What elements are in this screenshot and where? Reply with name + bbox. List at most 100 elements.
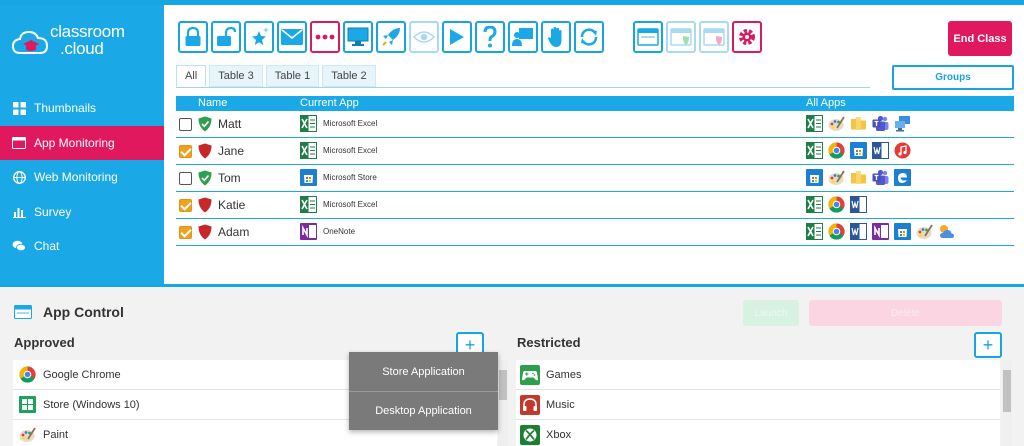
store-icon[interactable]: [894, 223, 911, 240]
shield-alert-icon: [198, 197, 212, 213]
grid-icon: [12, 101, 26, 115]
student-row[interactable]: Matt Microsoft Excel: [176, 111, 1014, 138]
store-icon[interactable]: [850, 142, 867, 159]
app-label: Paint: [43, 428, 69, 441]
word-icon[interactable]: [872, 142, 889, 159]
excel-icon: [300, 196, 317, 214]
sidebar-item-app-monitoring[interactable]: App Monitoring: [0, 125, 164, 160]
paint-icon[interactable]: [828, 115, 845, 132]
onenote-icon: [300, 223, 317, 241]
list-item[interactable]: Music: [516, 390, 1000, 420]
chrome-icon[interactable]: [828, 142, 845, 159]
help-button[interactable]: [475, 21, 505, 53]
sidebar-item-label: Survey: [34, 204, 72, 219]
block-apps-button[interactable]: [699, 21, 729, 53]
onenote-icon[interactable]: [872, 223, 889, 240]
excel-icon[interactable]: [806, 142, 823, 159]
tab-table-2[interactable]: Table 2: [322, 65, 376, 87]
list-item[interactable]: Games: [516, 360, 1000, 390]
store-green-icon: [17, 395, 37, 415]
folder-icon[interactable]: [850, 115, 867, 132]
current-app-name: Microsoft Store: [323, 173, 377, 182]
tab-table-1[interactable]: Table 1: [265, 65, 320, 87]
teams-icon[interactable]: [872, 169, 889, 186]
lock-button[interactable]: [178, 21, 208, 53]
select-checkbox[interactable]: [179, 145, 192, 158]
student-row[interactable]: Jane Microsoft Excel: [176, 138, 1014, 165]
sidebar: classroom .cloud Thumbnails App Monitori…: [0, 5, 164, 284]
app-label: Music: [546, 398, 575, 411]
chrome-icon: [17, 365, 37, 385]
paint-icon[interactable]: [916, 223, 933, 240]
student-row[interactable]: Tom Microsoft Store: [176, 165, 1014, 192]
allow-apps-button[interactable]: [666, 21, 696, 53]
unlock-button[interactable]: [211, 21, 241, 53]
present-button[interactable]: [508, 21, 538, 53]
refresh-button[interactable]: [574, 21, 604, 53]
sidebar-item-survey[interactable]: Survey: [0, 195, 164, 230]
folder-icon[interactable]: [850, 169, 867, 186]
sidebar-item-web-monitoring[interactable]: Web Monitoring: [0, 160, 164, 195]
launch-button[interactable]: Launch: [743, 300, 799, 326]
word-icon[interactable]: [850, 196, 867, 213]
tab-table-3[interactable]: Table 3: [209, 65, 263, 87]
app-label: Games: [546, 368, 582, 381]
paint-icon[interactable]: [828, 169, 845, 186]
select-checkbox[interactable]: [179, 118, 192, 131]
student-row[interactable]: Katie Microsoft Excel: [176, 192, 1014, 219]
excel-icon[interactable]: [806, 196, 823, 213]
play-button[interactable]: [442, 21, 472, 53]
current-app-name: Microsoft Excel: [323, 146, 378, 155]
tab-all[interactable]: All: [176, 65, 207, 87]
select-checkbox[interactable]: [179, 199, 192, 212]
sidebar-item-label: Chat: [34, 239, 60, 254]
store-application-option[interactable]: Store Application: [349, 352, 498, 391]
sidebar-item-thumbnails[interactable]: Thumbnails: [0, 91, 164, 126]
sidebar-item-label: Thumbnails: [34, 101, 97, 116]
shield-check-icon: [198, 116, 212, 132]
weather-icon[interactable]: [938, 223, 955, 240]
all-apps-list: [806, 223, 960, 240]
hands-up-button[interactable]: [541, 21, 571, 53]
app-control-icon: [14, 305, 32, 319]
chrome-icon[interactable]: [828, 196, 845, 213]
scrollbar-thumb[interactable]: [1003, 370, 1011, 412]
end-class-button[interactable]: End Class: [948, 21, 1012, 56]
edge-icon[interactable]: [894, 169, 911, 186]
launch-app-button[interactable]: [376, 21, 406, 53]
sidebar-item-chat[interactable]: Chat: [0, 229, 164, 264]
window-icon: [637, 28, 659, 46]
settings-button[interactable]: [732, 21, 762, 53]
add-restricted-button[interactable]: +: [974, 332, 1002, 358]
view-button[interactable]: [409, 21, 439, 53]
student-row[interactable]: Adam OneNote: [176, 219, 1014, 246]
reward-button[interactable]: [244, 21, 274, 53]
word-icon[interactable]: [850, 223, 867, 240]
message-button[interactable]: [277, 21, 307, 53]
column-header-current-app: Current App: [300, 97, 359, 109]
desktop-application-option[interactable]: Desktop Application: [349, 391, 498, 430]
music-icon[interactable]: [894, 142, 911, 159]
unlock-icon: [217, 27, 236, 46]
eye-icon: [413, 31, 435, 43]
chrome-icon[interactable]: [828, 223, 845, 240]
list-item[interactable]: Xbox: [516, 420, 1000, 446]
remote-icon[interactable]: [894, 115, 911, 132]
restricted-scrollbar[interactable]: [1002, 360, 1012, 446]
attention-button[interactable]: [310, 21, 340, 53]
delete-button[interactable]: Delete: [809, 300, 1002, 326]
store-icon[interactable]: [806, 169, 823, 186]
excel-icon[interactable]: [806, 223, 823, 240]
scrollbar-thumb[interactable]: [499, 370, 507, 400]
select-checkbox[interactable]: [179, 172, 192, 185]
sidebar-item-label: App Monitoring: [34, 135, 115, 150]
groups-button[interactable]: Groups: [892, 65, 1014, 90]
current-app-name: Microsoft Excel: [323, 119, 378, 128]
screen-button[interactable]: [343, 21, 373, 53]
excel-icon[interactable]: [806, 115, 823, 132]
approved-scrollbar[interactable]: [498, 360, 508, 446]
monitor-icon: [347, 27, 369, 46]
apps-window-button[interactable]: [633, 21, 663, 53]
select-checkbox[interactable]: [179, 226, 192, 239]
teams-icon[interactable]: [872, 115, 889, 132]
